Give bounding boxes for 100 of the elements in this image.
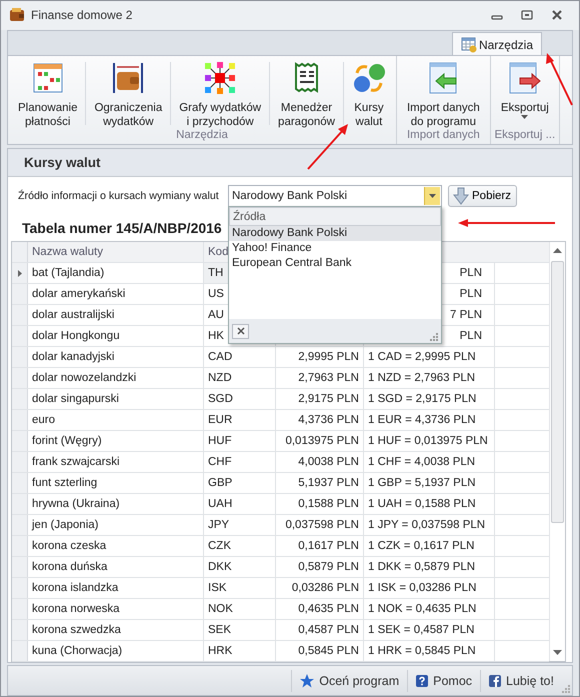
ribbon-tab[interactable]: Narzędzia — [452, 32, 542, 56]
help-icon — [416, 674, 428, 687]
ribbon-button[interactable]: Ograniczenia wydatków — [86, 56, 170, 130]
table-cell: EUR — [204, 410, 276, 430]
resize-grip-icon[interactable] — [429, 332, 438, 342]
table-cell: 1 CAD = 2,9995 PLN — [368, 351, 476, 364]
calendar-icon — [30, 61, 65, 96]
like-icon — [489, 674, 502, 687]
status-link[interactable]: Pomoc — [412, 674, 476, 688]
clear-button[interactable] — [232, 324, 249, 339]
table-cell: 1 HRK = 0,5845 PLN — [368, 645, 476, 658]
ribbon-button[interactable]: Import danych do programu — [398, 56, 488, 130]
window-title: Finanse domowe 2 — [31, 8, 132, 22]
table-cell: 1 HUF = 0,013975 PLN — [368, 435, 488, 448]
table-cell: 1 CZK = 0,1617 PLN — [368, 540, 474, 552]
close-icon — [236, 327, 244, 336]
table-icon — [460, 36, 477, 52]
table-cell: 0,1617 PLN — [298, 540, 359, 552]
list-header: Źródła — [229, 207, 441, 226]
down-arrow-icon — [452, 187, 470, 206]
table-cell: ISK — [204, 578, 276, 598]
table-cell: korona norweska — [28, 599, 204, 620]
download-button[interactable]: Pobierz — [448, 185, 517, 208]
export-icon — [508, 61, 542, 96]
table-cell: kuna (Chorwacja) — [28, 641, 204, 662]
table-cell: HRK — [204, 641, 276, 662]
row-pointer-icon — [18, 270, 22, 277]
close-icon[interactable] — [551, 9, 563, 22]
ribbon-button[interactable]: Kursy walut — [344, 56, 394, 130]
table-cell: 1 DKK = 0,5879 PLN — [368, 561, 476, 574]
table-cell: euro — [28, 410, 204, 430]
wallet-icon — [9, 7, 25, 24]
ribbon-group-label: Import danych — [406, 129, 480, 144]
table-cell: 1 SEK = 0,4587 PLN — [368, 624, 474, 636]
table-cell: 1 CHF = 4,0038 PLN — [368, 456, 476, 468]
table-cell: korona czeska — [28, 536, 204, 556]
table-cell: PLN — [460, 330, 482, 342]
table-cell: NOK — [204, 599, 276, 620]
scrollbar[interactable] — [549, 242, 565, 662]
ribbon-button[interactable]: Planowanie płatności — [10, 56, 86, 130]
status-link[interactable]: Oceń program — [296, 674, 404, 688]
resize-grip-icon[interactable] — [561, 684, 570, 693]
wallet-icon — [111, 61, 146, 96]
table-cell: 1 SGD = 2,9175 PLN — [368, 393, 476, 406]
row-indicator[interactable] — [12, 263, 28, 284]
table-cell: CHF — [204, 452, 276, 472]
table-cell: 1 EUR = 4,3736 PLN — [368, 414, 476, 426]
table-cell: dolar australijski — [28, 305, 204, 326]
ribbon-button[interactable]: Eksportuj — [492, 56, 557, 130]
table-cell: 2,9175 PLN — [298, 393, 359, 406]
scroll-up-icon[interactable] — [553, 248, 562, 254]
ribbon-group-label: Narzędzia — [176, 129, 228, 144]
table-cell: 0,1588 PLN — [298, 498, 359, 510]
table-cell: 1 GBP = 5,1937 PLN — [368, 477, 476, 490]
table-cell: dolar singapurski — [28, 389, 204, 410]
section-title: Kursy walut — [24, 155, 101, 170]
table-cell: CZK — [204, 536, 276, 556]
table-cell: PLN — [460, 288, 482, 300]
table-cell: 1 JPY = 0,037598 PLN — [368, 519, 486, 532]
caret-icon — [429, 194, 436, 198]
table-cell: korona islandzka — [28, 578, 204, 598]
table-cell: SGD — [204, 389, 276, 410]
table-cell: 1 ISK = 0,03286 PLN — [368, 582, 476, 594]
table-cell: HUF — [204, 431, 276, 452]
dropdown-option[interactable]: Narodowy Bank Polski — [229, 226, 441, 242]
field-label: Źródło informacji o kursach wymiany walut — [18, 190, 220, 202]
table-cell: GBP — [204, 473, 276, 494]
table-cell: dolar kanadyjski — [28, 347, 204, 368]
ribbon-group-label: Eksportuj ... — [494, 129, 556, 144]
table-cell: 4,3736 PLN — [298, 414, 359, 426]
table-cell: DKK — [204, 557, 276, 578]
table-cell: 1 NOK = 0,4635 PLN — [368, 603, 476, 616]
table-cell: 2,9995 PLN — [298, 351, 359, 364]
status-link[interactable]: Lubię to! — [485, 674, 558, 688]
source-dropdown[interactable]: Narodowy Bank Polski — [228, 185, 442, 208]
ribbon-button[interactable]: Grafy wydatków i przychodów — [171, 56, 270, 130]
dropdown-option[interactable]: Yahoo! Finance — [229, 241, 441, 256]
network-graph-icon — [203, 61, 238, 96]
table-cell: 1 UAH = 0,1588 PLN — [368, 498, 476, 510]
table-cell: 7 PLN — [450, 309, 482, 322]
table-cell: 0,4587 PLN — [298, 624, 359, 636]
table-cell: dolar Hongkongu — [28, 326, 204, 346]
table-cell: korona duńska — [28, 557, 204, 578]
table-cell: 4,0038 PLN — [298, 456, 359, 468]
maximize-icon[interactable] — [521, 9, 533, 22]
table-cell: dolar nowozelandzki — [28, 368, 204, 388]
table-cell: 0,5879 PLN — [298, 561, 359, 574]
scroll-down-icon[interactable] — [553, 650, 562, 656]
table-cell: 0,4635 PLN — [298, 603, 359, 616]
table-cell: frank szwajcarski — [28, 452, 204, 472]
table-cell: 1 NZD = 2,7963 PLN — [368, 372, 476, 384]
table-cell: 0,037598 PLN — [285, 519, 359, 532]
table-cell: CAD — [204, 347, 276, 368]
ribbon-button[interactable]: Menedżer paragonów — [270, 56, 343, 130]
column-header[interactable]: Nazwa waluty — [28, 242, 204, 262]
table-cell: korona szwedzka — [28, 620, 204, 640]
table-cell: 5,1937 PLN — [298, 477, 359, 490]
table-cell: forint (Węgry) — [28, 431, 204, 452]
table-cell: dolar amerykański — [28, 284, 204, 304]
table-cell: jen (Japonia) — [28, 515, 204, 536]
